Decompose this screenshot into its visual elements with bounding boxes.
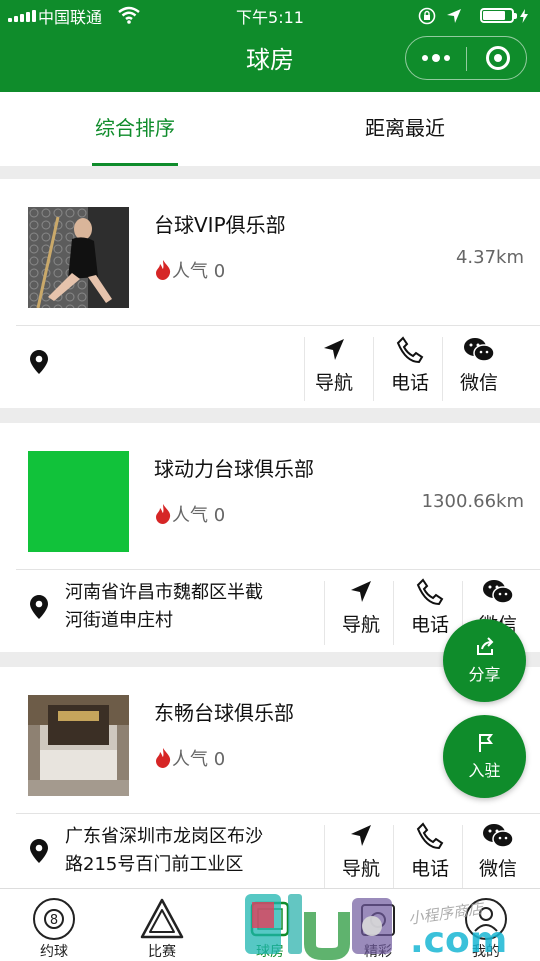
status-bar: 中国联通 下午5:11 [0, 0, 540, 30]
sort-tabs: 综合排序 距离最近 [0, 92, 540, 166]
more-icon[interactable] [422, 51, 452, 65]
tabbar-item-highlights[interactable]: 精彩 [324, 889, 432, 961]
bottom-tab-bar: 8 约球 比赛 球房 精彩 我的 [0, 888, 540, 961]
tabbar-item-competition[interactable]: 比赛 [108, 889, 216, 961]
tab-nearest[interactable]: 距离最近 [270, 92, 540, 166]
call-button[interactable]: 电话 [376, 336, 444, 395]
wechat-icon [464, 338, 495, 362]
venue-card[interactable]: 球动力台球俱乐部 人气 0 1300.66km 河南省许昌市魏都区半截 河街道申庄… [0, 423, 540, 652]
miniprogram-capsule [405, 36, 527, 80]
status-indicators [418, 6, 528, 26]
flame-icon [156, 260, 171, 280]
navigate-button[interactable]: 导航 [300, 336, 368, 395]
flag-icon [478, 734, 493, 752]
share-icon [476, 637, 493, 655]
venue-name: 台球VIP俱乐部 [154, 213, 286, 237]
navigation-arrow-icon [324, 339, 344, 360]
tab-comprehensive-sort[interactable]: 综合排序 [0, 92, 270, 166]
navigate-button[interactable]: 导航 [327, 822, 395, 881]
wechat-icon [483, 824, 514, 848]
phone-icon [416, 578, 444, 606]
tabbar-item-venues[interactable]: 球房 [216, 889, 324, 961]
venue-address: 广东省深圳市龙岗区布沙 路215号百门前工业区 [65, 826, 263, 875]
phone-icon [396, 336, 424, 364]
call-button[interactable]: 电话 [396, 578, 464, 637]
tabbar-item-mine[interactable]: 我的 [432, 889, 540, 961]
highlights-icon [361, 904, 395, 936]
join-fab[interactable]: 入驻 [443, 715, 526, 798]
venue-popularity: 人气 0 [154, 257, 225, 283]
wechat-icon [483, 580, 514, 604]
venue-card[interactable]: 台球VIP俱乐部 人气 0 4.37km 导航 电话 微信 [0, 179, 540, 408]
navigate-button[interactable]: 导航 [327, 578, 395, 637]
triangle-rack-icon [140, 898, 184, 939]
venue-thumbnail [28, 207, 129, 308]
battery-icon [480, 8, 517, 23]
navigation-arrow-icon [351, 581, 371, 602]
navigation-arrow-icon [351, 825, 371, 846]
venue-thumbnail [28, 451, 129, 552]
share-fab[interactable]: 分享 [443, 619, 526, 702]
phone-icon [416, 822, 444, 850]
location-arrow-icon [447, 9, 461, 23]
venue-thumbnail [28, 695, 129, 796]
venue-name: 球动力台球俱乐部 [154, 457, 314, 481]
venue-popularity: 人气 0 [154, 501, 225, 527]
wechat-button[interactable]: 微信 [445, 336, 513, 395]
close-miniprogram-icon[interactable] [486, 46, 510, 70]
venue-distance: 1300.66km [421, 491, 524, 512]
flame-icon [156, 504, 171, 524]
location-pin-icon [30, 839, 48, 863]
svg-text:8: 8 [50, 913, 58, 928]
location-pin-icon [30, 595, 48, 619]
wechat-button[interactable]: 微信 [464, 822, 532, 881]
call-button[interactable]: 电话 [396, 822, 464, 881]
venue-distance: 4.37km [455, 247, 524, 268]
flame-icon [156, 748, 171, 768]
tabbar-item-match[interactable]: 8 约球 [0, 889, 108, 961]
venue-name: 东畅台球俱乐部 [154, 701, 294, 725]
venue-popularity: 人气 0 [154, 745, 225, 771]
rotation-lock-icon [418, 7, 436, 25]
pool-table-icon [250, 901, 290, 937]
charging-icon [520, 9, 528, 23]
active-tab-indicator [92, 163, 178, 166]
venue-address: 河南省许昌市魏都区半截 河街道申庄村 [65, 582, 263, 631]
billiard-8-ball-icon: 8 [33, 898, 75, 940]
app-header: 中国联通 下午5:11 球房 [0, 0, 540, 92]
location-pin-icon [30, 350, 48, 374]
user-icon [465, 898, 507, 940]
